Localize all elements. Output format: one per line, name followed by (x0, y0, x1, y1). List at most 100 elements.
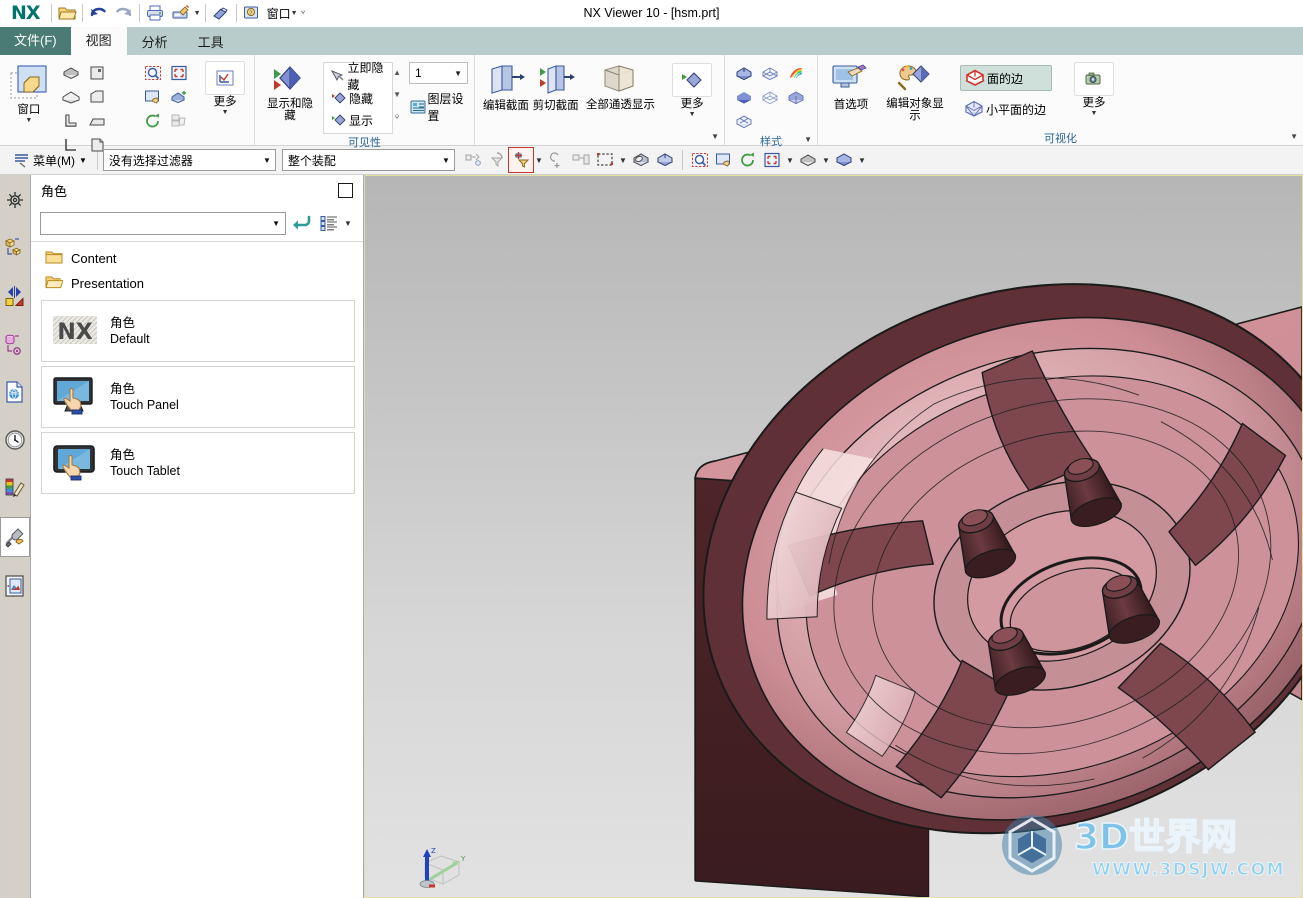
facet-edges-toggle[interactable]: 小平面的边 (960, 97, 1052, 121)
face-analysis-icon[interactable] (731, 109, 757, 133)
left-view-icon[interactable] (58, 109, 84, 133)
studio-render-icon[interactable] (783, 61, 809, 85)
render-style-icon[interactable] (832, 148, 856, 172)
snap-point-icon[interactable] (545, 148, 569, 172)
edit-section-button[interactable]: 编辑截面 (481, 62, 531, 112)
chevron-down-icon[interactable]: ▼ (784, 148, 796, 172)
tab-tools[interactable]: 工具 (183, 31, 239, 55)
snap-point-filter-icon[interactable] (507, 147, 534, 173)
tab-analysis[interactable]: 分析 (127, 31, 183, 55)
rotate-icon[interactable] (140, 109, 166, 133)
show-all-transparent-button[interactable]: 全部通透显示 (581, 62, 661, 111)
resource-constraint-navigator[interactable] (1, 277, 29, 315)
pan-icon[interactable] (140, 85, 166, 109)
resource-roles[interactable] (0, 517, 30, 557)
immediate-hide-item[interactable]: 立即隐藏 (324, 61, 392, 92)
clip-section-button[interactable]: 剪切截面 (531, 62, 581, 112)
folder-content[interactable]: Content (31, 246, 363, 271)
undo-icon[interactable] (85, 2, 111, 24)
dialog-launcher-icon[interactable]: ▼ (804, 135, 812, 144)
graphics-viewport[interactable]: Z Y 3D世界网 WWW.3DSJW.COM (364, 175, 1303, 898)
fit-view-icon[interactable] (166, 61, 192, 85)
visibility-menu-scroll[interactable]: ▲ ▼ ⩒ (393, 62, 401, 128)
show-hide-button[interactable]: 显示和隐藏 (261, 63, 319, 122)
front-view-icon[interactable] (84, 61, 110, 85)
dock-window-icon[interactable] (338, 182, 353, 198)
chevron-down-icon[interactable]: ▼ (263, 156, 271, 165)
chevron-down-icon[interactable]: ▼ (454, 69, 462, 78)
layout-icon[interactable] (166, 109, 192, 133)
wireframe-with-hidden-icon[interactable] (757, 61, 783, 85)
trimetric-view-icon[interactable] (58, 61, 84, 85)
face-select-icon[interactable] (629, 148, 653, 172)
chevron-down-icon[interactable]: ▼ (689, 111, 696, 118)
list-view-icon[interactable] (316, 214, 342, 232)
visualization-more-button[interactable]: 更多 ▼ (1068, 61, 1120, 117)
pan-icon[interactable] (712, 148, 736, 172)
resource-reuse-library[interactable] (1, 325, 29, 363)
resource-assembly-navigator[interactable] (1, 181, 29, 219)
deselect-filter-icon[interactable] (485, 148, 509, 172)
window-menu-label[interactable]: 窗口 (265, 5, 291, 22)
preferences-button[interactable]: 首选项 (824, 61, 878, 111)
rotate-icon[interactable] (736, 148, 760, 172)
hide-item[interactable]: 隐藏 (324, 88, 392, 108)
static-wireframe-icon[interactable] (757, 85, 783, 109)
resource-system-scene[interactable] (1, 567, 29, 605)
chevron-down-icon[interactable]: ▼ (1091, 110, 1098, 117)
window-view-button[interactable]: 窗口 ▼ (6, 62, 52, 124)
role-card-touch-tablet[interactable]: 角色 Touch Tablet (41, 432, 355, 494)
scroll-expand-icon[interactable]: ⩒ (395, 113, 400, 121)
folder-presentation[interactable]: Presentation (31, 271, 363, 296)
chevron-down-icon[interactable]: ▼ (272, 219, 280, 228)
scroll-up-icon[interactable]: ▲ (393, 69, 401, 77)
isometric-view-icon[interactable] (58, 85, 84, 109)
face-edges-toggle[interactable]: 面的边 (960, 65, 1053, 91)
trimetric-view-icon[interactable] (796, 148, 820, 172)
top-view-icon[interactable] (84, 85, 110, 109)
chevron-down-icon[interactable]: ▼ (222, 109, 229, 116)
shaded-icon[interactable] (731, 85, 757, 109)
dialog-launcher-icon[interactable]: ▼ (711, 132, 719, 141)
print-icon[interactable] (142, 2, 168, 24)
resource-part-navigator[interactable] (1, 229, 29, 267)
eraser-icon[interactable] (208, 2, 234, 24)
orientation-more-button[interactable]: 更多 ▼ (202, 60, 248, 116)
solid-select-icon[interactable] (653, 148, 677, 172)
zoom-window-icon[interactable] (688, 148, 712, 172)
chevron-down-icon[interactable]: ▼ (533, 148, 545, 172)
redo-icon[interactable] (111, 2, 137, 24)
dialog-launcher-icon[interactable]: ▼ (1290, 132, 1298, 141)
section-more-button[interactable]: 更多 ▼ (666, 62, 718, 118)
resource-system-materials[interactable] (1, 469, 29, 507)
chevron-down-icon[interactable]: ▼ (820, 148, 832, 172)
chevron-down-icon[interactable]: ▼ (617, 148, 629, 172)
shaded-with-edges-icon[interactable] (731, 61, 757, 85)
right-view-icon[interactable] (58, 133, 84, 157)
open-icon[interactable] (54, 2, 80, 24)
selection-filter-combo[interactable]: 没有选择过滤器 ▼ (102, 149, 276, 171)
selection-scope-combo[interactable]: 整个装配 ▼ (281, 149, 455, 171)
chevron-down-icon[interactable]: ▼ (25, 117, 32, 124)
return-arrow-icon[interactable] (286, 214, 316, 232)
show-item[interactable]: 显示 (324, 110, 392, 130)
partially-shaded-icon[interactable] (783, 85, 809, 109)
resource-history[interactable] (1, 421, 29, 459)
zoom-add-icon[interactable] (166, 85, 192, 109)
zoom-window-icon[interactable] (140, 61, 166, 85)
window-icon[interactable]: ? (239, 2, 265, 24)
resource-html-help[interactable] (1, 373, 29, 411)
scroll-down-icon[interactable]: ▼ (393, 91, 401, 99)
chevron-down-icon[interactable]: ▼ (342, 219, 354, 228)
select-assembly-icon[interactable] (461, 148, 485, 172)
bottom-view-icon[interactable] (84, 109, 110, 133)
fit-view-icon[interactable] (760, 148, 784, 172)
layer-settings-button[interactable]: 图层设置 (409, 90, 468, 124)
role-card-default[interactable]: NX 角色 Default (41, 300, 355, 362)
chevron-down-icon[interactable]: ▼ (856, 148, 868, 172)
layer-combo[interactable]: 1 ▼ (409, 62, 468, 84)
component-filter-icon[interactable] (569, 148, 593, 172)
plot-icon[interactable] (168, 2, 194, 24)
tab-view[interactable]: 视图 (70, 27, 127, 55)
overflow-icon[interactable]: ⩒ (298, 9, 309, 17)
